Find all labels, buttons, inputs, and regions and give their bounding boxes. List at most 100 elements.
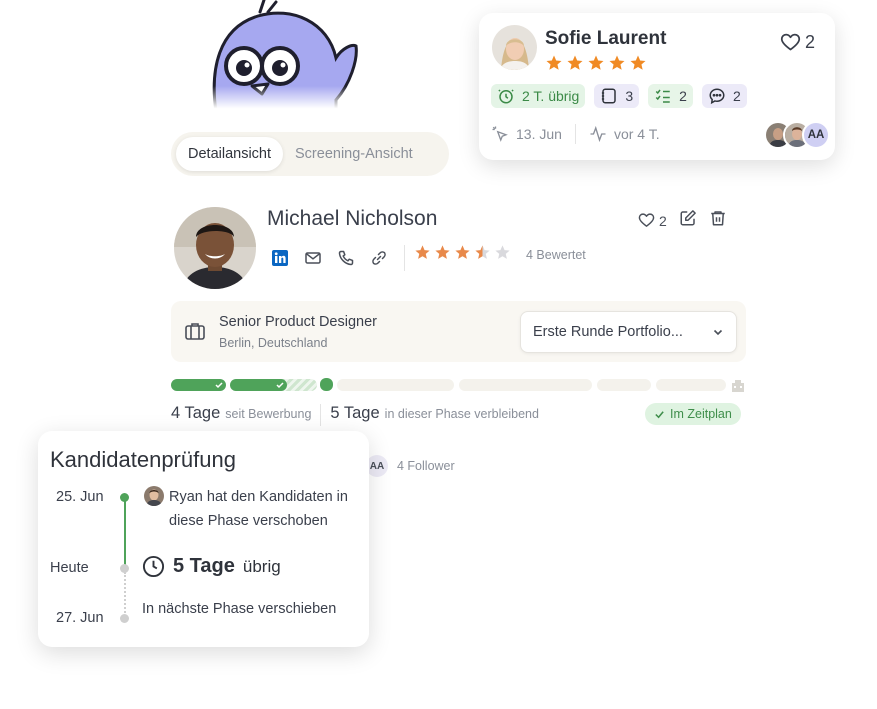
- timeline-dot: [120, 493, 129, 502]
- status-badge: Im Zeitplan: [645, 403, 741, 425]
- candidate-review-timeline-card: Kandidatenprüfung 25. Jun Heute 27. Jun …: [38, 431, 369, 647]
- review-date: 13. Jun: [516, 126, 562, 142]
- status-label: Im Zeitplan: [670, 407, 732, 421]
- timeline-date: 27. Jun: [56, 610, 104, 626]
- avatar: AA: [802, 121, 830, 149]
- building-icon: [731, 379, 745, 397]
- follower-count: 4 Follower: [397, 459, 455, 473]
- stage-select[interactable]: Erste Runde Portfolio...: [520, 311, 737, 353]
- job-title: Senior Product Designer: [219, 314, 377, 330]
- timeline-days: 5 Tage: [173, 555, 235, 577]
- progress-segment-done: [171, 379, 226, 391]
- stage-select-value: Erste Runde Portfolio...: [533, 324, 683, 340]
- heart-icon: [780, 33, 801, 51]
- star-half-icon[interactable]: [474, 244, 491, 266]
- star-filled-icon[interactable]: [414, 244, 431, 266]
- clock-icon: [498, 89, 514, 104]
- mail-icon[interactable]: [303, 249, 322, 268]
- chip-notes[interactable]: 3: [594, 84, 640, 108]
- rating-count: 4 Bewertet: [526, 248, 586, 262]
- mascot-fade: [190, 86, 370, 116]
- star-filled-icon: [545, 54, 563, 77]
- timeline-days-label: übrig: [242, 556, 281, 576]
- timeline-dot: [120, 614, 129, 623]
- star-empty-icon[interactable]: [494, 244, 511, 266]
- reviewer-card: Sofie Laurent 2 2 T. übrig 3 2 2 13. Jun: [479, 13, 835, 160]
- job-location: Berlin, Deutschland: [219, 336, 328, 350]
- star-filled-icon: [608, 54, 626, 77]
- chip-checklist-value: 2: [679, 88, 687, 104]
- star-filled-icon: [629, 54, 647, 77]
- divider: [320, 404, 322, 426]
- clock-icon: [142, 555, 165, 578]
- cursor-click-icon: [492, 126, 508, 142]
- job-info-box: Senior Product Designer Berlin, Deutschl…: [171, 301, 746, 362]
- view-tabs: Detailansicht Screening-Ansicht: [171, 132, 449, 176]
- progress-segment-todo: [337, 379, 454, 391]
- days-since-application-label: seit Bewerbung: [225, 407, 312, 421]
- followers[interactable]: AA 4 Follower: [366, 455, 455, 477]
- progress-marker: [320, 378, 333, 391]
- star-filled-icon: [587, 54, 605, 77]
- divider: [574, 124, 576, 144]
- days-remaining: 5 Tage: [330, 404, 380, 422]
- check-icon: [655, 410, 664, 418]
- like-button[interactable]: 2: [638, 212, 667, 229]
- like-count: 2: [659, 212, 667, 229]
- review-card-footer: 13. Jun vor 4 T.: [491, 124, 660, 144]
- chevron-down-icon: [713, 329, 723, 336]
- reviewer-rating: [545, 54, 647, 77]
- days-remaining-label: in dieser Phase verbleibend: [384, 407, 539, 421]
- chip-checklist[interactable]: 2: [648, 84, 693, 108]
- timeline-line-pending: [124, 572, 126, 617]
- timeline-title: Kandidatenprüfung: [50, 447, 236, 472]
- star-filled-icon: [566, 54, 584, 77]
- avatar: [144, 486, 164, 506]
- checklist-icon: [655, 89, 670, 103]
- stage-progress-bar: [171, 378, 747, 392]
- reviewer-avatar: [492, 25, 537, 70]
- candidate-rating: 4 Bewertet: [414, 244, 586, 266]
- briefcase-icon: [184, 321, 206, 346]
- activity-icon: [590, 125, 606, 143]
- tab-detail-view[interactable]: Detailansicht: [176, 137, 284, 171]
- candidate-contact-icons: [270, 245, 407, 271]
- edit-icon[interactable]: [679, 209, 697, 232]
- divider: [404, 245, 405, 271]
- linkedin-icon[interactable]: [270, 249, 289, 268]
- reviewer-like-button[interactable]: 2: [780, 32, 815, 53]
- candidate-avatar: [174, 207, 256, 289]
- progress-segment-todo: [656, 379, 726, 391]
- comment-icon: [709, 88, 725, 105]
- timeline-date: 25. Jun: [56, 489, 104, 505]
- timeline-date: Heute: [50, 560, 89, 576]
- move-to-next-phase[interactable]: In nächste Phase verschieben: [142, 597, 336, 621]
- phone-icon[interactable]: [336, 249, 355, 268]
- reviewer-name: Sofie Laurent: [545, 28, 667, 49]
- chip-time-left-value: 2 T. übrig: [522, 88, 580, 104]
- timeline-line-done: [124, 498, 126, 568]
- days-since-application: 4 Tage: [171, 404, 221, 422]
- chip-notes-value: 3: [625, 88, 634, 104]
- review-chips: 2 T. übrig 3 2 2: [491, 84, 747, 108]
- star-filled-icon[interactable]: [454, 244, 471, 266]
- tab-screening-view[interactable]: Screening-Ansicht: [283, 137, 425, 171]
- chip-comments[interactable]: 2: [701, 84, 747, 108]
- star-filled-icon[interactable]: [434, 244, 451, 266]
- link-icon[interactable]: [369, 249, 388, 268]
- progress-segment-todo: [597, 379, 651, 391]
- progress-segment-todo: [459, 379, 592, 391]
- days-remaining-row: 5 Tage übrig: [142, 555, 281, 578]
- avatar: AA: [366, 455, 388, 477]
- trash-icon[interactable]: [709, 209, 727, 232]
- reviewer-like-count: 2: [805, 32, 816, 52]
- chip-time-left[interactable]: 2 T. übrig: [491, 84, 586, 108]
- timeline-dot: [120, 564, 129, 573]
- candidate-name: Michael Nicholson: [267, 207, 438, 230]
- time-stats: 4 Tage seit Bewerbung 5 Tage in dieser P…: [171, 404, 539, 426]
- heart-icon: [638, 213, 655, 227]
- collaborator-avatars[interactable]: AA: [764, 121, 830, 149]
- timeline-event-text: Ryan hat den Kandidaten in diese Phase v…: [169, 489, 348, 529]
- progress-segment-current: [230, 379, 317, 391]
- candidate-actions: 2: [638, 209, 727, 232]
